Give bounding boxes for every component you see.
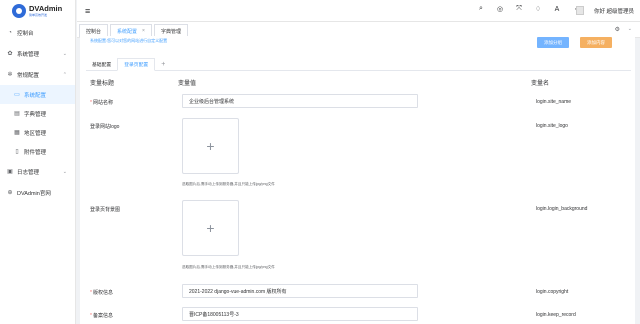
sidebar-item-dictionary[interactable]: ▤ 字典管理: [0, 104, 75, 123]
sidebar-item-label: 系统配置: [24, 92, 47, 99]
header-value: 变量值: [178, 81, 197, 87]
font-size-icon[interactable]: A: [553, 6, 561, 13]
sidebar-item-attachments[interactable]: ▯ 附件管理: [0, 142, 75, 161]
logo-icon: [12, 4, 26, 18]
upload-tip: 选取图片后,需手动上传到服务器,并且只能上传jpg/png文件: [182, 265, 275, 269]
sidebar-item-website[interactable]: ⊕ DVAdmin官网: [0, 182, 75, 203]
menu-toggle-icon[interactable]: ≡: [85, 6, 90, 16]
row-label-background: 登录页背景图: [90, 207, 121, 213]
logo-upload[interactable]: +: [182, 118, 239, 174]
sidebar-item-label: DVAdmin官网: [17, 190, 51, 197]
user-menu[interactable]: 你好 超级管理员: [594, 7, 634, 15]
row-key-background: login.login_background: [536, 206, 588, 212]
avatar[interactable]: [576, 6, 584, 15]
main-panel: 系统配置:您可以对您的网站进行自定义配置 添加分组 添加内容 基础配置 登录页配…: [80, 36, 635, 324]
sidebar-item-system[interactable]: ✿ 系统管理 ⌄: [0, 43, 75, 64]
config-tabs: 基础配置 登录页配置 +: [86, 58, 631, 71]
chevron-down-icon: ⌄: [62, 168, 67, 175]
add-content-button[interactable]: 添加内容: [580, 37, 612, 48]
app-subtitle: 简单高效开发: [29, 12, 48, 17]
file-icon: ▯: [15, 149, 19, 155]
header-name: 变量名: [531, 81, 550, 87]
tab-label: 系统配置: [117, 28, 138, 35]
sidebar-item-label: 附件管理: [24, 149, 47, 156]
chevron-down-icon: ⌄: [62, 50, 67, 57]
toolbar-icons: ⌕ ◎ ⤧ ♢ A ▫: [477, 5, 580, 13]
add-tab-button[interactable]: +: [155, 58, 171, 71]
book-icon: ▤: [14, 111, 20, 117]
notice-text: 系统配置:您可以对您的网站进行自定义配置: [90, 38, 168, 43]
monitor-icon: ▭: [14, 92, 20, 98]
fullscreen-icon[interactable]: ⤧: [515, 5, 523, 13]
sidebar-item-label: 系统管理: [17, 51, 40, 58]
upload-tip: 选取图片后,需手动上传到服务器,并且只能上传jpg/png文件: [182, 182, 275, 186]
sidebar-item-label: 日志管理: [17, 169, 40, 176]
sidebar-item-system-config[interactable]: ▭ 系统配置: [0, 85, 75, 104]
tab-label: 字典管理: [160, 28, 181, 35]
sidebar-item-dashboard[interactable]: ◔ 控制台: [0, 22, 75, 43]
chevron-down-icon[interactable]: ⌄: [628, 26, 632, 32]
sidebar-item-label: 控制台: [17, 30, 34, 37]
sidebar-menu: ◔ 控制台 ✿ 系统管理 ⌄ ✲ 常规配置 ⌃ ▭ 系统配置 ▤ 字典管理 ▦ …: [0, 22, 75, 203]
search-icon[interactable]: ⌕: [477, 5, 485, 13]
row-key-copyright: login.copyright: [536, 289, 569, 295]
dashboard-icon: ◔: [8, 29, 12, 36]
row-label-site-logo: 登录网站logo: [90, 124, 120, 130]
sidebar-item-label: 地区管理: [24, 130, 47, 137]
app-logo[interactable]: DVAdmin 简单高效开发: [0, 0, 75, 22]
sidebar-item-general-config[interactable]: ✲ 常规配置 ⌃: [0, 64, 75, 85]
globe-icon: ⊕: [7, 190, 13, 196]
background-upload[interactable]: +: [182, 200, 239, 256]
sidebar-item-label: 常规配置: [17, 72, 40, 79]
sidebar-item-logs[interactable]: ▣ 日志管理 ⌄: [0, 161, 75, 182]
header-title: 变量标题: [90, 81, 115, 87]
plus-icon: +: [206, 138, 215, 154]
site-name-input[interactable]: 企业级后台管理系统: [182, 94, 418, 108]
chevron-up-icon: ⌃: [62, 71, 67, 78]
row-label-copyright: *版权信息: [90, 290, 113, 296]
keep-record-input[interactable]: 晋ICP备18005113号-3: [182, 307, 418, 321]
sidebar-item-area[interactable]: ▦ 地区管理: [0, 123, 75, 142]
layout-icon[interactable]: ◎: [496, 5, 504, 13]
row-label-keep-record: *备案信息: [90, 313, 113, 319]
config-icon: ✲: [7, 72, 13, 78]
tab-label: 控制台: [86, 28, 102, 35]
copyright-input[interactable]: 2021-2022 django-vue-admin.com 版权所有: [182, 284, 418, 298]
row-label-site-name: *网站名称: [90, 100, 113, 106]
gear-icon: ✿: [7, 51, 13, 57]
row-key-keep-record: login.keep_record: [536, 312, 576, 318]
sidebar-item-label: 字典管理: [24, 111, 47, 118]
row-key-site-name: login.site_name: [536, 99, 572, 105]
add-group-button[interactable]: 添加分组: [537, 37, 569, 48]
sidebar: DVAdmin 简单高效开发 ◔ 控制台 ✿ 系统管理 ⌄ ✲ 常规配置 ⌃ ▭…: [0, 0, 76, 324]
plus-icon: +: [206, 220, 215, 236]
map-icon: ▦: [14, 130, 20, 136]
tab-login-config[interactable]: 登录页配置: [117, 58, 156, 71]
gear-icon[interactable]: ⚙: [615, 26, 620, 33]
row-key-site-logo: login.site_logo: [536, 123, 568, 129]
log-icon: ▣: [7, 169, 13, 175]
topbar: ≡ ⌕ ◎ ⤧ ♢ A ▫ 你好 超级管理员: [77, 0, 640, 22]
close-icon[interactable]: ×: [142, 28, 145, 34]
theme-icon[interactable]: ♢: [534, 5, 542, 13]
tab-basic-config[interactable]: 基础配置: [86, 58, 117, 71]
app-name: DVAdmin: [29, 4, 63, 14]
